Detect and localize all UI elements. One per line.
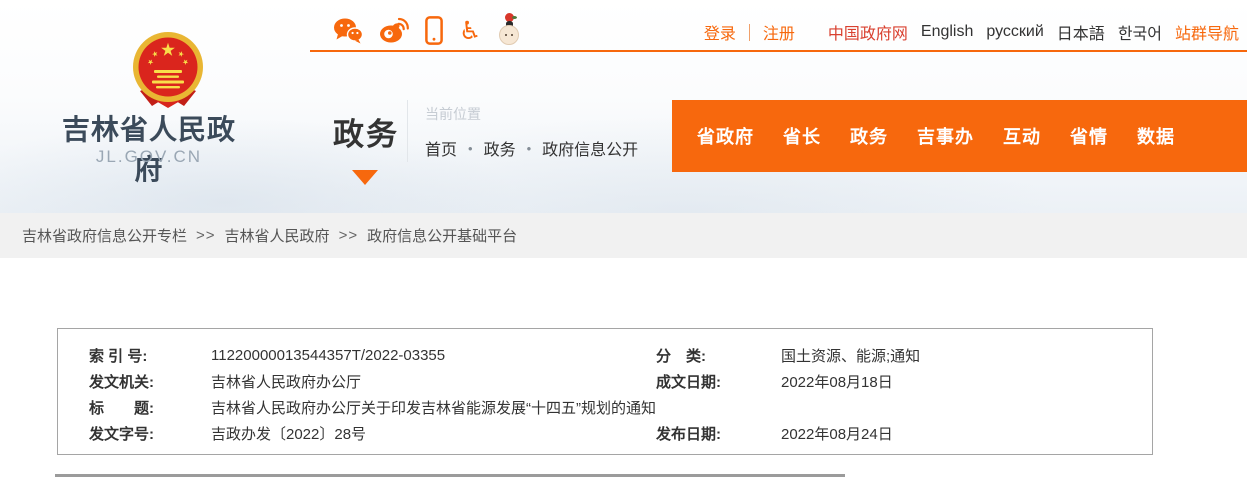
doc-number-label: 发文字号: (89, 423, 211, 444)
lang-english-link[interactable]: English (921, 23, 973, 41)
path-segment-platform[interactable]: 政府信息公开基础平台 (367, 225, 517, 246)
nav-government-affairs[interactable]: 政务 (850, 123, 888, 149)
index-number-label: 索 引 号: (89, 345, 211, 366)
nav-governor[interactable]: 省长 (783, 123, 821, 149)
path-segment-government[interactable]: 吉林省人民政府 (225, 225, 330, 246)
doc-number-value: 吉政办发〔2022〕28号 (211, 423, 656, 444)
social-icons: ♿ (333, 11, 521, 49)
gov-cn-link[interactable]: 中国政府网 (828, 20, 908, 44)
issuing-agency-label: 发文机关: (89, 371, 211, 392)
path-bar: 吉林省政府信息公开专栏 >> 吉林省人民政府 >> 政府信息公开基础平台 (0, 213, 1247, 258)
current-location-label: 当前位置 (425, 104, 481, 124)
issuing-agency-value: 吉林省人民政府办公厅 (211, 371, 656, 392)
accessibility-icon[interactable]: ♿ (459, 18, 481, 43)
vertical-separator (407, 100, 408, 162)
mobile-icon[interactable] (425, 16, 443, 45)
main-nav: 省政府 省长 政务 吉事办 互动 省情 数据 (672, 100, 1247, 172)
top-links: 登录 注册 中国政府网 English русский 日本語 한국어 站群导航 (704, 20, 1239, 44)
mascot-face (499, 25, 519, 45)
wechat-icon[interactable] (333, 17, 363, 44)
triangle-down-icon (352, 170, 378, 185)
login-register-divider (749, 24, 750, 41)
written-date-label: 成文日期: (656, 371, 781, 392)
path-separator: >> (196, 227, 216, 244)
title-label: 标 题: (89, 397, 211, 418)
section-title: 政务 (333, 109, 399, 154)
nav-jishiban[interactable]: 吉事办 (917, 123, 974, 149)
nav-province-profile[interactable]: 省情 (1070, 123, 1108, 149)
site-header: 吉林省人民政府 JL.GOV.CN (0, 0, 1247, 213)
title-value: 吉林省人民政府办公厅关于印发吉林省能源发展“十四五”规划的通知 (211, 397, 1152, 418)
category-value: 国土资源、能源;通知 (781, 345, 1152, 366)
register-link[interactable]: 注册 (763, 20, 795, 44)
document-info-table: 索 引 号: 11220000013544357T/2022-03355 分 类… (57, 328, 1153, 455)
site-group-nav-link[interactable]: 站群导航 (1175, 20, 1239, 44)
index-number-value: 11220000013544357T/2022-03355 (211, 347, 656, 364)
header-divider (310, 50, 1247, 52)
lang-korean-link[interactable]: 한국어 (1118, 20, 1162, 44)
weibo-icon[interactable] (379, 17, 409, 43)
nav-provincial-government[interactable]: 省政府 (697, 123, 754, 149)
category-label: 分 类: (656, 345, 781, 366)
breadcrumb-info-disclosure[interactable]: 政府信息公开 (542, 136, 638, 160)
breadcrumb-zhengwu[interactable]: 政务 (484, 136, 516, 160)
lang-russian-link[interactable]: русский (986, 23, 1043, 41)
page: 吉林省人民政府 JL.GOV.CN (0, 0, 1247, 478)
national-emblem-icon (122, 31, 214, 109)
login-link[interactable]: 登录 (704, 20, 736, 44)
breadcrumb-dot: • (468, 141, 473, 156)
path-segment-column[interactable]: 吉林省政府信息公开专栏 (22, 225, 187, 246)
location-breadcrumb: 首页 • 政务 • 政府信息公开 (425, 136, 638, 160)
mascot-leaf (512, 16, 517, 19)
publish-date-value: 2022年08月24日 (781, 423, 1152, 444)
section-bottom-divider (55, 474, 845, 477)
lang-japanese-link[interactable]: 日本語 (1057, 20, 1105, 44)
breadcrumb-dot: • (527, 141, 532, 156)
written-date-value: 2022年08月18日 (781, 371, 1152, 392)
nav-data[interactable]: 数据 (1137, 123, 1175, 149)
mascot-icon[interactable] (497, 13, 521, 47)
breadcrumb-home[interactable]: 首页 (425, 136, 457, 160)
publish-date-label: 发布日期: (656, 423, 781, 444)
path-separator: >> (339, 227, 359, 244)
nav-interaction[interactable]: 互动 (1003, 123, 1041, 149)
site-domain: JL.GOV.CN (50, 147, 248, 167)
